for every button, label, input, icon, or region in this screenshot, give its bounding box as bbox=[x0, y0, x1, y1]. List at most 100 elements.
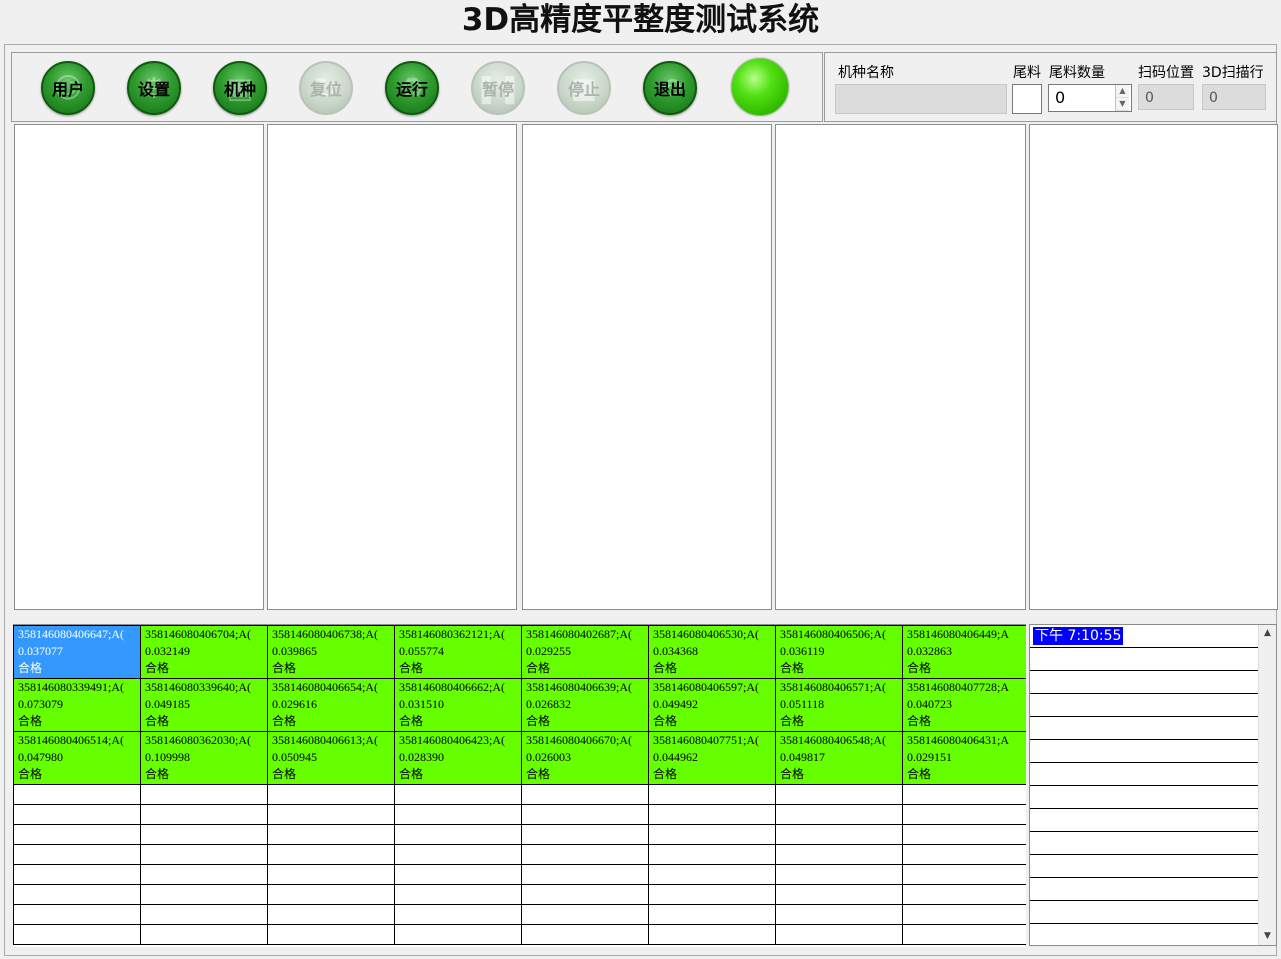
stop-button[interactable]: ■ 停止 bbox=[557, 61, 611, 115]
empty-cell[interactable] bbox=[140, 864, 268, 885]
empty-cell[interactable] bbox=[394, 924, 522, 945]
empty-cell[interactable] bbox=[267, 824, 395, 845]
spin-down-icon[interactable]: ▼ bbox=[1116, 98, 1129, 111]
empty-cell[interactable] bbox=[267, 784, 395, 805]
user-button[interactable]: ☺ 用户 bbox=[41, 61, 95, 115]
empty-cell[interactable] bbox=[13, 824, 141, 845]
empty-cell[interactable] bbox=[13, 904, 141, 925]
run-button[interactable]: ♻ 运行 bbox=[385, 61, 439, 115]
empty-cell[interactable] bbox=[648, 844, 776, 865]
result-cell[interactable]: 358146080362121;A(0.055774 合格 bbox=[394, 625, 522, 679]
model-name-field[interactable] bbox=[835, 84, 1007, 114]
empty-cell[interactable] bbox=[902, 884, 1026, 905]
empty-cell[interactable] bbox=[775, 824, 903, 845]
empty-cell[interactable] bbox=[648, 904, 776, 925]
scroll-down-icon[interactable]: ▼ bbox=[1259, 928, 1276, 945]
empty-cell[interactable] bbox=[648, 804, 776, 825]
empty-cell[interactable] bbox=[394, 844, 522, 865]
empty-cell[interactable] bbox=[902, 904, 1026, 925]
reset-button[interactable]: ↻ 复位 bbox=[299, 61, 353, 115]
empty-cell[interactable] bbox=[775, 924, 903, 945]
result-cell[interactable]: 358146080406738;A(0.039865 合格 bbox=[267, 625, 395, 679]
result-cell[interactable]: 358146080406670;A(0.026003 合格 bbox=[521, 731, 649, 785]
empty-cell[interactable] bbox=[13, 844, 141, 865]
log-scrollbar[interactable]: ▲ ▼ bbox=[1258, 625, 1276, 945]
empty-cell[interactable] bbox=[140, 924, 268, 945]
empty-cell[interactable] bbox=[648, 784, 776, 805]
result-cell[interactable]: 358146080406571;A(0.051118 合格 bbox=[775, 678, 903, 732]
result-cell[interactable]: 358146080406548;A(0.049817 合格 bbox=[775, 731, 903, 785]
result-cell[interactable]: 358146080406662;A(0.031510 合格 bbox=[394, 678, 522, 732]
result-cell[interactable]: 358146080362030;A(0.109998 合格 bbox=[140, 731, 268, 785]
result-cell[interactable]: 358146080339491;A(0.073079 合格 bbox=[13, 678, 141, 732]
empty-cell[interactable] bbox=[521, 864, 649, 885]
result-cell[interactable]: 358146080406704;A(0.032149 合格 bbox=[140, 625, 268, 679]
empty-cell[interactable] bbox=[13, 784, 141, 805]
pause-button[interactable]: ❚❚ 暂停 bbox=[471, 61, 525, 115]
result-cell[interactable]: 358146080407728;A 0.040723 合格 bbox=[902, 678, 1026, 732]
result-cell[interactable]: 358146080406654;A(0.029616 合格 bbox=[267, 678, 395, 732]
empty-cell[interactable] bbox=[775, 904, 903, 925]
empty-cell[interactable] bbox=[521, 904, 649, 925]
empty-cell[interactable] bbox=[394, 804, 522, 825]
empty-cell[interactable] bbox=[648, 864, 776, 885]
empty-cell[interactable] bbox=[648, 884, 776, 905]
tail-checkbox[interactable] bbox=[1012, 84, 1042, 114]
result-cell[interactable]: 358146080406431;A 0.029151 合格 bbox=[902, 731, 1026, 785]
empty-cell[interactable] bbox=[13, 924, 141, 945]
empty-cell[interactable] bbox=[13, 884, 141, 905]
empty-cell[interactable] bbox=[140, 784, 268, 805]
empty-cell[interactable] bbox=[267, 804, 395, 825]
empty-cell[interactable] bbox=[521, 804, 649, 825]
empty-cell[interactable] bbox=[775, 784, 903, 805]
empty-cell[interactable] bbox=[648, 824, 776, 845]
empty-cell[interactable] bbox=[394, 824, 522, 845]
empty-cell[interactable] bbox=[267, 904, 395, 925]
empty-cell[interactable] bbox=[394, 884, 522, 905]
empty-cell[interactable] bbox=[902, 804, 1026, 825]
empty-cell[interactable] bbox=[775, 804, 903, 825]
result-cell[interactable]: 358146080402687;A(0.029255 合格 bbox=[521, 625, 649, 679]
empty-cell[interactable] bbox=[13, 864, 141, 885]
result-cell[interactable]: 358146080406449;A 0.032863 合格 bbox=[902, 625, 1026, 679]
result-cell[interactable]: 358146080406647;A(0.037077 合格 bbox=[13, 625, 141, 679]
settings-button[interactable]: ⚙ 设置 bbox=[127, 61, 181, 115]
result-cell[interactable]: 358146080406530;A(0.034368 合格 bbox=[648, 625, 776, 679]
result-cell[interactable]: 358146080406597;A(0.049492 合格 bbox=[648, 678, 776, 732]
empty-cell[interactable] bbox=[394, 904, 522, 925]
scroll-up-icon[interactable]: ▲ bbox=[1259, 625, 1276, 642]
empty-cell[interactable] bbox=[902, 784, 1026, 805]
empty-cell[interactable] bbox=[902, 824, 1026, 845]
empty-cell[interactable] bbox=[140, 804, 268, 825]
empty-cell[interactable] bbox=[775, 884, 903, 905]
result-cell[interactable]: 358146080407751;A(0.044962 合格 bbox=[648, 731, 776, 785]
empty-cell[interactable] bbox=[140, 904, 268, 925]
empty-cell[interactable] bbox=[648, 924, 776, 945]
result-cell[interactable]: 358146080406613;A(0.050945 合格 bbox=[267, 731, 395, 785]
empty-cell[interactable] bbox=[13, 804, 141, 825]
empty-cell[interactable] bbox=[394, 784, 522, 805]
empty-cell[interactable] bbox=[521, 824, 649, 845]
result-cell[interactable]: 358146080406423;A(0.028390 合格 bbox=[394, 731, 522, 785]
empty-cell[interactable] bbox=[140, 844, 268, 865]
empty-cell[interactable] bbox=[140, 884, 268, 905]
tail-count-spinner[interactable]: ▲ ▼ bbox=[1115, 85, 1129, 111]
exit-button[interactable]: ⟲ 退出 bbox=[643, 61, 697, 115]
spin-up-icon[interactable]: ▲ bbox=[1116, 85, 1129, 98]
empty-cell[interactable] bbox=[267, 924, 395, 945]
result-cell[interactable]: 358146080406514;A(0.047980 合格 bbox=[13, 731, 141, 785]
result-cell[interactable]: 358146080339640;A(0.049185 合格 bbox=[140, 678, 268, 732]
empty-cell[interactable] bbox=[902, 844, 1026, 865]
empty-cell[interactable] bbox=[267, 884, 395, 905]
empty-cell[interactable] bbox=[521, 884, 649, 905]
empty-cell[interactable] bbox=[521, 784, 649, 805]
empty-cell[interactable] bbox=[775, 864, 903, 885]
empty-cell[interactable] bbox=[267, 844, 395, 865]
model-button[interactable]: ▣ 机种 bbox=[213, 61, 267, 115]
empty-cell[interactable] bbox=[902, 924, 1026, 945]
empty-cell[interactable] bbox=[267, 864, 395, 885]
empty-cell[interactable] bbox=[775, 844, 903, 865]
result-cell[interactable]: 358146080406506;A(0.036119 合格 bbox=[775, 625, 903, 679]
empty-cell[interactable] bbox=[521, 844, 649, 865]
empty-cell[interactable] bbox=[140, 824, 268, 845]
